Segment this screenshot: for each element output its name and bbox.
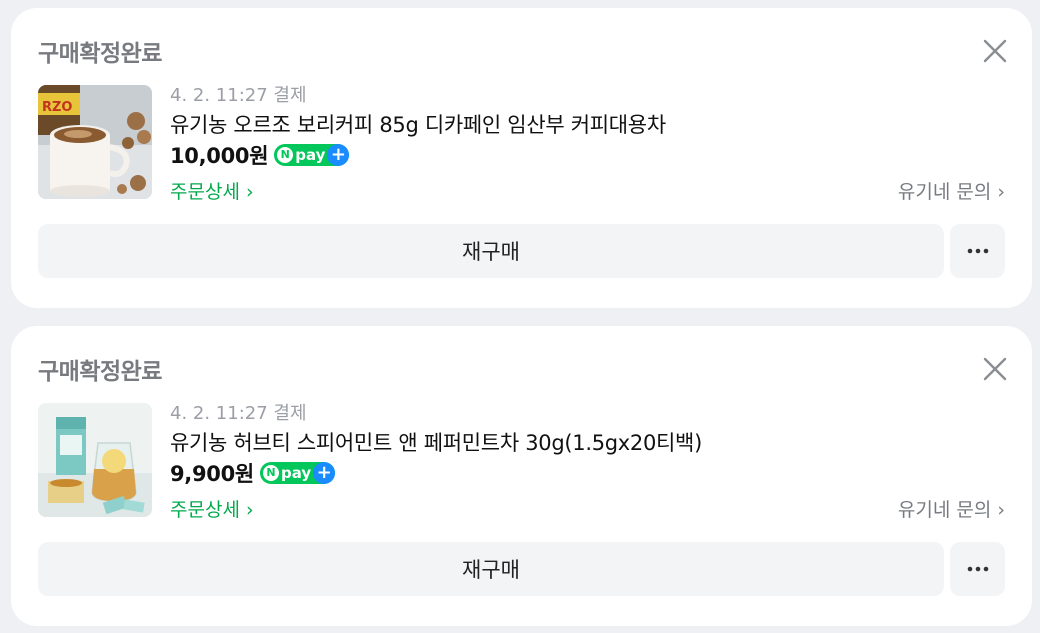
product-thumbnail[interactable]: RZO xyxy=(38,85,152,199)
rebuy-button[interactable]: 재구매 xyxy=(38,224,944,278)
product-price: 10,000원 xyxy=(170,144,269,168)
npay-label: pay xyxy=(295,146,326,164)
price-row: 9,900원 N pay + xyxy=(170,458,336,488)
seller-inquiry-link[interactable]: 유기네 문의 › xyxy=(898,495,1005,522)
more-button[interactable] xyxy=(950,224,1005,278)
npay-plus-icon: + xyxy=(313,462,336,484)
rebuy-button[interactable]: 재구매 xyxy=(38,542,944,596)
product-thumbnail[interactable] xyxy=(38,403,152,517)
order-status: 구매확정완료 xyxy=(38,41,162,67)
npay-plus-icon: + xyxy=(327,144,350,166)
more-horizontal-icon xyxy=(967,566,988,572)
svg-text:RZO: RZO xyxy=(42,100,73,115)
order-detail-link[interactable]: 주문상세 › xyxy=(170,495,254,522)
more-button[interactable] xyxy=(950,542,1005,596)
order-status: 구매확정완료 xyxy=(38,359,162,385)
payment-date: 4. 2. 11:27 결제 xyxy=(170,403,307,424)
price-row: 10,000원 N pay + xyxy=(170,140,350,170)
rebuy-label: 재구매 xyxy=(462,558,520,582)
product-price: 9,900원 xyxy=(170,462,254,486)
npay-badge: N pay + xyxy=(274,144,350,166)
close-icon[interactable] xyxy=(980,354,1010,384)
order-list: 구매확정완료 RZO 4. 2. 11:27 결제 유기농 오르조 보리커피 8… xyxy=(0,0,1040,633)
close-icon[interactable] xyxy=(980,36,1010,66)
rebuy-label: 재구매 xyxy=(462,240,520,264)
product-name[interactable]: 유기농 허브티 스피어민트 앤 페퍼민트차 30g(1.5gx20티백) xyxy=(170,427,702,457)
npay-label: pay xyxy=(280,464,312,482)
product-name[interactable]: 유기농 오르조 보리커피 85g 디카페인 임산부 커피대용차 xyxy=(170,109,666,139)
more-horizontal-icon xyxy=(967,248,988,254)
seller-inquiry-link[interactable]: 유기네 문의 › xyxy=(898,177,1005,204)
order-card: 구매확정완료 RZO 4. 2. 11:27 결제 유기농 오르조 보리커피 8… xyxy=(11,8,1032,308)
payment-date: 4. 2. 11:27 결제 xyxy=(170,85,307,106)
order-detail-link[interactable]: 주문상세 › xyxy=(170,177,254,204)
npay-badge: N pay + xyxy=(259,462,336,484)
npay-n-icon: N xyxy=(262,465,279,481)
order-card: 구매확정완료 4. 2. 11:27 결제 유기농 허브티 스피어민트 앤 페퍼… xyxy=(11,326,1032,626)
npay-n-icon: N xyxy=(277,147,294,163)
